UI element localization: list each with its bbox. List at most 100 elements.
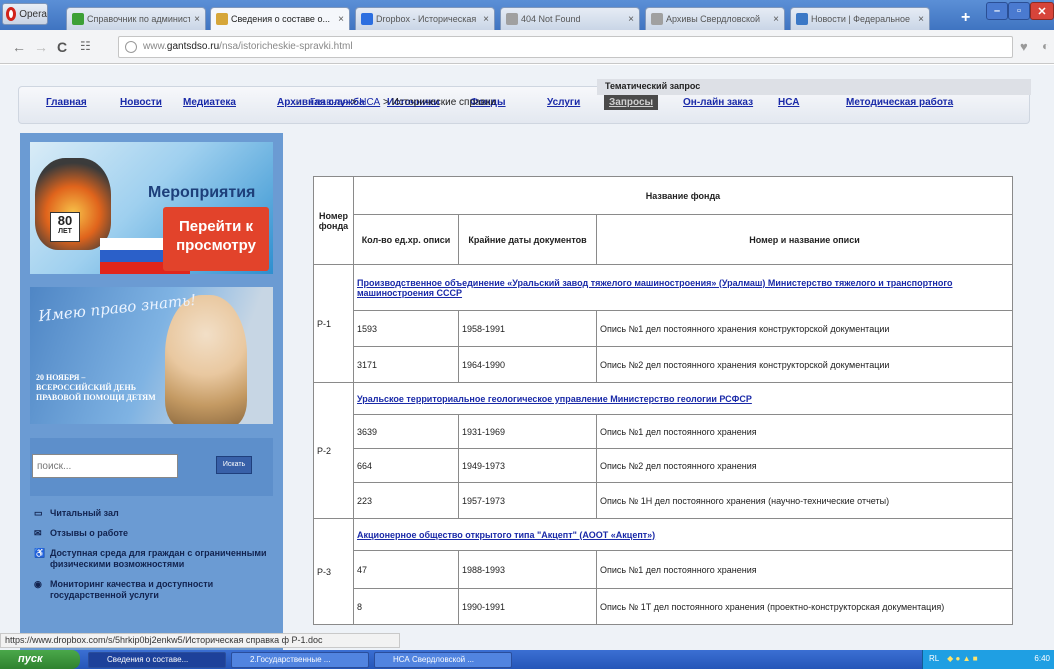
cell-count: 47 (353, 550, 459, 589)
tab-close-icon[interactable]: × (773, 14, 779, 25)
col-dates: Крайние даты документов (458, 214, 597, 265)
sidebar-link-label: Мониторинг качества и доступности госуда… (50, 579, 214, 600)
sidebar-link-icon: ◉ (34, 579, 42, 589)
cell-count: 664 (353, 448, 459, 483)
start-button[interactable]: пуск (0, 650, 80, 669)
browser-window: Opera Справочник по администр × Сведения о… (0, 0, 1054, 669)
opera-label: Opera (19, 8, 47, 20)
cell-dates: 1988-1993 (458, 550, 597, 589)
legal-aid-caption: 20 НОЯБРЯ – ВСЕРОССИЙСКИЙ ДЕНЬ ПРАВОВОЙ … (36, 373, 156, 402)
minimize-button[interactable]: – (986, 2, 1008, 20)
tray-clock[interactable]: 6:40 (1034, 654, 1050, 663)
fonds-table: Номер фонда Название фонда Кол-во ед.хр.… (313, 176, 1013, 625)
cell-dates: 1949-1973 (458, 448, 597, 483)
taskbar-task[interactable]: Сведения о составе... (88, 652, 226, 668)
url-field[interactable]: www.gantsdso.ru/nsa/istoricheskie-spravk… (118, 36, 1013, 58)
cell-count: 223 (353, 482, 459, 519)
tab-close-icon[interactable]: × (918, 14, 924, 25)
url-path: /nsa/istoricheskie-spravki.html (219, 41, 353, 52)
url-prefix: www. (143, 41, 167, 52)
tray-language[interactable]: RL (929, 654, 939, 663)
sidebar-link[interactable]: ▭ Читальный зал (32, 508, 272, 519)
taskbar: пуск Сведения о составе... 2.Государствен… (0, 650, 1054, 669)
browser-tab[interactable]: Dropbox - Историческая × (355, 7, 495, 30)
browser-tab[interactable]: Справочник по администр × (66, 7, 206, 30)
browser-tab[interactable]: Сведения о составе о... × (210, 7, 350, 30)
tab-close-icon[interactable]: × (194, 14, 200, 25)
table-row: 1593 1958-1991 Опись №1 дел постоянного хр… (314, 310, 1013, 347)
home-icon[interactable]: ⌂ (295, 97, 301, 108)
cell-opis: Опись №1 дел постоянного хранения (596, 550, 1013, 589)
tab-favicon-icon (506, 13, 518, 25)
tab-label: Справочник по администр (87, 14, 191, 24)
sidebar-link-label: Читальный зал (50, 508, 119, 518)
tab-favicon-icon (72, 13, 84, 25)
breadcrumb-home[interactable]: Главная (310, 97, 348, 108)
cell-dates: 1957-1973 (458, 482, 597, 519)
extension-icon[interactable]: ◐ (1042, 39, 1049, 53)
tab-close-icon[interactable]: × (483, 14, 489, 25)
table-row: 3171 1964-1990 Опись №2 дел постоянного хр… (314, 346, 1013, 383)
fond-name-link[interactable]: Уральское территориальное геологическое … (357, 394, 752, 404)
taskbar-task[interactable]: 2.Государственные ... (231, 652, 369, 668)
heart-icon[interactable]: ♥ (1020, 39, 1028, 54)
submenu-thematic-request[interactable]: Тематический запрос (597, 79, 1031, 95)
search-input[interactable] (32, 454, 178, 478)
new-tab-button[interactable]: + (961, 9, 970, 27)
cell-opis: Опись № 1Н дел постоянного хранения (нау… (596, 482, 1013, 519)
tab-favicon-icon (361, 13, 373, 25)
sidebar: 80 ЛЕТ Мероприятия Перейти к просмотру Им… (20, 133, 283, 650)
fond-code: Р-1 (313, 264, 354, 383)
site-info-icon[interactable] (125, 41, 137, 53)
breadcrumb-nsa[interactable]: НСА (359, 97, 380, 108)
table-row: 47 1988-1993 Опись №1 дел постоянного хран… (314, 550, 1013, 589)
events-banner[interactable]: 80 ЛЕТ Мероприятия Перейти к просмотру (30, 142, 273, 274)
fond-name-link[interactable]: Акционерное общество открытого типа "Акц… (357, 530, 655, 540)
sidebar-link[interactable]: ♿ Доступная среда для граждан с ограничен… (32, 548, 272, 570)
cell-opis: Опись №2 дел постоянного хранения констр… (596, 346, 1013, 383)
menu-item[interactable]: Медиатека (183, 97, 236, 108)
menu-item[interactable]: Методическая работа (846, 97, 953, 108)
view-events-button[interactable]: Перейти к просмотру (163, 207, 269, 271)
sidebar-link[interactable]: ✉ Отзывы о работе (32, 528, 272, 539)
menu-item[interactable]: Он-лайн заказ (683, 97, 753, 108)
sidebar-link[interactable]: ◉ Мониторинг качества и доступности госуд… (32, 579, 272, 601)
anniversary-badge: 80 ЛЕТ (50, 212, 80, 242)
menu-item[interactable]: Главная (46, 97, 87, 108)
cell-opis: Опись №1 дел постоянного хранения (596, 414, 1013, 449)
forward-icon[interactable]: → (34, 39, 48, 55)
sidebar-link-icon: ♿ (34, 548, 46, 558)
reload-icon[interactable]: C (57, 39, 67, 55)
cell-opis: Опись №2 дел постоянного хранения (596, 448, 1013, 483)
col-count: Кол-во ед.хр. описи (353, 214, 459, 265)
menu-item[interactable]: НСА (778, 97, 799, 108)
taskbar-task[interactable]: НСА Свердловской ... (374, 652, 512, 668)
back-icon[interactable]: ← (12, 39, 26, 55)
fond-name-link[interactable]: Производственное объединение «Уральский … (357, 278, 952, 298)
legal-aid-banner[interactable]: Имею право знать! 20 НОЯБРЯ – ВСЕРОССИЙС… (30, 287, 273, 424)
opera-menu-button[interactable]: Opera (2, 3, 48, 25)
menu-item[interactable]: Новости (120, 97, 162, 108)
fond-code: Р-2 (313, 382, 354, 519)
cell-dates: 1964-1990 (458, 346, 597, 383)
tab-favicon-icon (651, 13, 663, 25)
tray-icons: ◆ ● ▲ ■ (947, 654, 978, 663)
cell-count: 8 (353, 588, 459, 625)
tab-close-icon[interactable]: × (628, 14, 634, 25)
menu-item[interactable]: Запросы (604, 95, 659, 110)
close-window-button[interactable]: ✕ (1030, 2, 1054, 20)
search-button[interactable]: Искать (216, 456, 252, 474)
tab-favicon-icon (796, 13, 808, 25)
search-panel: Искать (30, 438, 273, 496)
tab-close-icon[interactable]: × (338, 14, 344, 25)
breadcrumb-current: Исторические справки (391, 97, 496, 108)
child-photo (165, 295, 247, 424)
browser-tab[interactable]: 404 Not Found × (500, 7, 640, 30)
browser-tab[interactable]: Архивы Свердловской × (645, 7, 785, 30)
speed-dial-icon[interactable]: ☷ (80, 39, 91, 53)
browser-tab[interactable]: Новости | Федеральное × (790, 7, 930, 30)
maximize-button[interactable]: ▫ (1008, 2, 1030, 20)
menu-item[interactable]: Услуги (547, 97, 580, 108)
cell-opis: Опись № 1Т дел постоянного хранения (про… (596, 588, 1013, 625)
cell-dates: 1990-1991 (458, 588, 597, 625)
